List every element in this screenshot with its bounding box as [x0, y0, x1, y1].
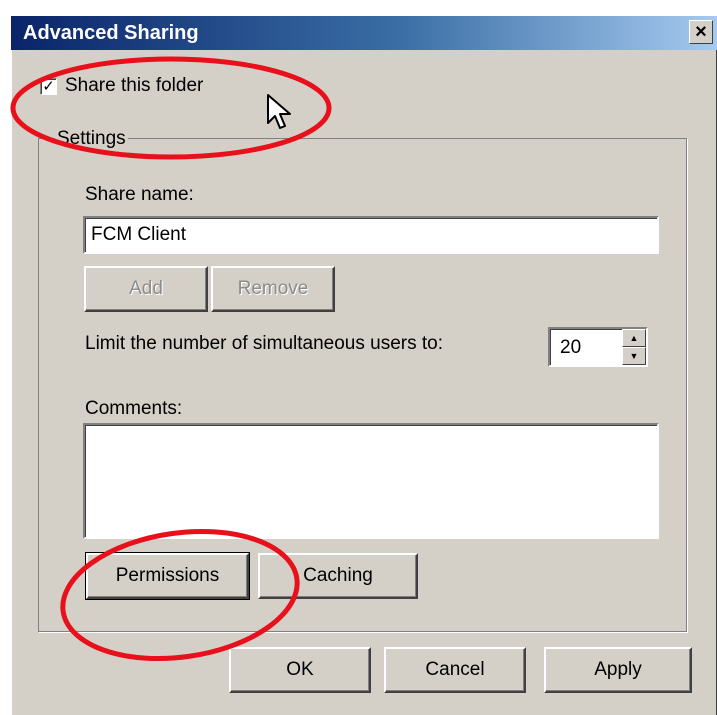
apply-button[interactable]: Apply — [544, 647, 692, 693]
permissions-button[interactable]: Permissions — [85, 552, 250, 600]
remove-button-label: Remove — [237, 278, 309, 299]
close-button[interactable]: × — [689, 20, 713, 44]
window-title: Advanced Sharing — [23, 22, 199, 44]
share-name-input[interactable]: FCM Client — [83, 216, 659, 254]
checkbox-box[interactable]: ✓ — [40, 77, 57, 95]
remove-button[interactable]: Remove — [211, 266, 335, 312]
comments-label: Comments: — [85, 398, 183, 419]
comments-textarea[interactable] — [83, 423, 659, 539]
share-name-value: FCM Client — [91, 224, 187, 245]
caching-button-label: Caching — [303, 565, 373, 586]
spin-up-icon[interactable]: ▲ — [622, 329, 646, 347]
apply-button-label: Apply — [594, 659, 642, 680]
settings-group-label: Settings — [55, 128, 128, 150]
share-folder-label: Share this folder — [65, 75, 204, 96]
checkmark-icon: ✓ — [42, 77, 55, 95]
caching-button[interactable]: Caching — [258, 553, 418, 599]
close-icon: × — [695, 21, 707, 43]
add-button[interactable]: Add — [84, 266, 208, 312]
user-limit-value: 20 — [560, 337, 582, 358]
share-name-label: Share name: — [85, 184, 194, 205]
cancel-button-label: Cancel — [425, 659, 485, 680]
mouse-pointer-icon — [267, 94, 291, 129]
share-folder-checkbox[interactable]: ✓ Share this folder — [40, 73, 203, 99]
user-limit-label: Limit the number of simultaneous users t… — [85, 333, 444, 354]
ok-button[interactable]: OK — [229, 647, 371, 693]
cancel-button[interactable]: Cancel — [384, 647, 526, 693]
user-limit-spinner[interactable]: ▲ ▼ — [622, 329, 646, 365]
title-bar[interactable]: Advanced Sharing × — [11, 16, 717, 50]
permissions-button-label: Permissions — [115, 565, 220, 586]
ok-button-label: OK — [286, 659, 314, 680]
spin-down-icon[interactable]: ▼ — [622, 347, 646, 365]
add-button-label: Add — [129, 278, 163, 299]
